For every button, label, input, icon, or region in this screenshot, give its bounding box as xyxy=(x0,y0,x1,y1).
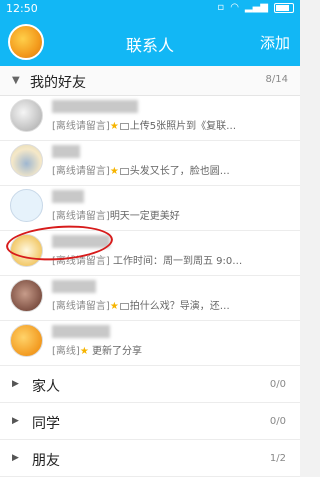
status-icons: ▫ ◠ ▂▄▆ xyxy=(217,3,294,13)
friend-item[interactable]: [离线请留言]★ 头发又长了，脸也圆… xyxy=(0,141,300,186)
friend-item[interactable]: [离线请留言]明天一定更美好 xyxy=(0,186,300,231)
group-header-my-friends[interactable]: ▼ 我的好友 8/14 xyxy=(0,66,300,96)
photo-icon xyxy=(119,167,129,175)
blurred-nickname xyxy=(52,280,96,293)
group-count: 1/2 xyxy=(269,453,286,464)
group-count: 8/14 xyxy=(265,74,288,85)
friend-item[interactable]: [离线请留言]★ 拍什么戏？导演，还… xyxy=(0,276,300,321)
contacts-list[interactable]: ▼ 我的好友 8/14 [离线请留言]★ 上传5张照片到《复联… [离线请留言]★… xyxy=(0,66,300,477)
friend-status: [离线请留言]明天一定更美好 xyxy=(52,211,180,222)
friend-status: [离线]★ 更新了分享 xyxy=(52,346,142,357)
blurred-nickname xyxy=(52,325,110,338)
star-icon: ★ xyxy=(109,301,119,312)
star-icon: ★ xyxy=(79,346,89,357)
group-count: 0/0 xyxy=(269,379,286,390)
avatar[interactable] xyxy=(10,189,43,222)
friend-status: [离线请留言]★ 头发又长了，脸也圆… xyxy=(52,166,230,177)
blurred-nickname xyxy=(52,145,80,158)
avatar[interactable] xyxy=(10,279,43,312)
chevron-right-icon: ▶ xyxy=(12,453,19,463)
star-icon: ★ xyxy=(109,166,119,177)
photo-icon xyxy=(119,122,129,130)
battery-icon xyxy=(274,3,294,13)
friend-item[interactable]: [离线请留言]★ 上传5张照片到《复联… xyxy=(0,96,300,141)
app-header: 联系人 添加 xyxy=(0,18,300,66)
friend-status: [离线请留言]★ 上传5张照片到《复联… xyxy=(52,121,237,132)
chevron-down-icon: ▼ xyxy=(12,75,20,86)
group-name: 家人 xyxy=(32,379,60,395)
page-title: 联系人 xyxy=(125,36,174,55)
signal-icon: ▂▄▆ xyxy=(244,2,268,13)
sim-icon: ▫ xyxy=(217,2,225,13)
avatar[interactable] xyxy=(10,99,43,132)
photo-icon xyxy=(119,302,129,310)
chevron-right-icon: ▶ xyxy=(12,379,19,389)
group-name: 同学 xyxy=(32,416,60,432)
group-name: 朋友 xyxy=(32,453,60,469)
friend-status: [离线请留言]★ 拍什么戏？导演，还… xyxy=(52,301,230,312)
wifi-icon: ◠ xyxy=(230,2,239,13)
add-button[interactable]: 添加 xyxy=(260,32,290,53)
group-count: 0/0 xyxy=(269,416,286,427)
blurred-nickname xyxy=(52,190,84,203)
chevron-right-icon: ▶ xyxy=(12,416,19,426)
group-family[interactable]: ▶ 家人 0/0 xyxy=(0,366,300,403)
avatar[interactable] xyxy=(10,144,43,177)
group-name: 我的好友 xyxy=(30,75,86,91)
star-icon: ★ xyxy=(109,121,119,132)
avatar[interactable] xyxy=(10,324,43,357)
status-bar: 12:50 ▫ ◠ ▂▄▆ xyxy=(0,0,300,18)
blurred-nickname xyxy=(52,100,138,113)
group-friends[interactable]: ▶ 朋友 1/2 xyxy=(0,440,300,477)
status-time: 12:50 xyxy=(6,2,38,15)
group-classmates[interactable]: ▶ 同学 0/0 xyxy=(0,403,300,440)
friend-item[interactable]: [离线]★ 更新了分享 xyxy=(0,321,300,366)
